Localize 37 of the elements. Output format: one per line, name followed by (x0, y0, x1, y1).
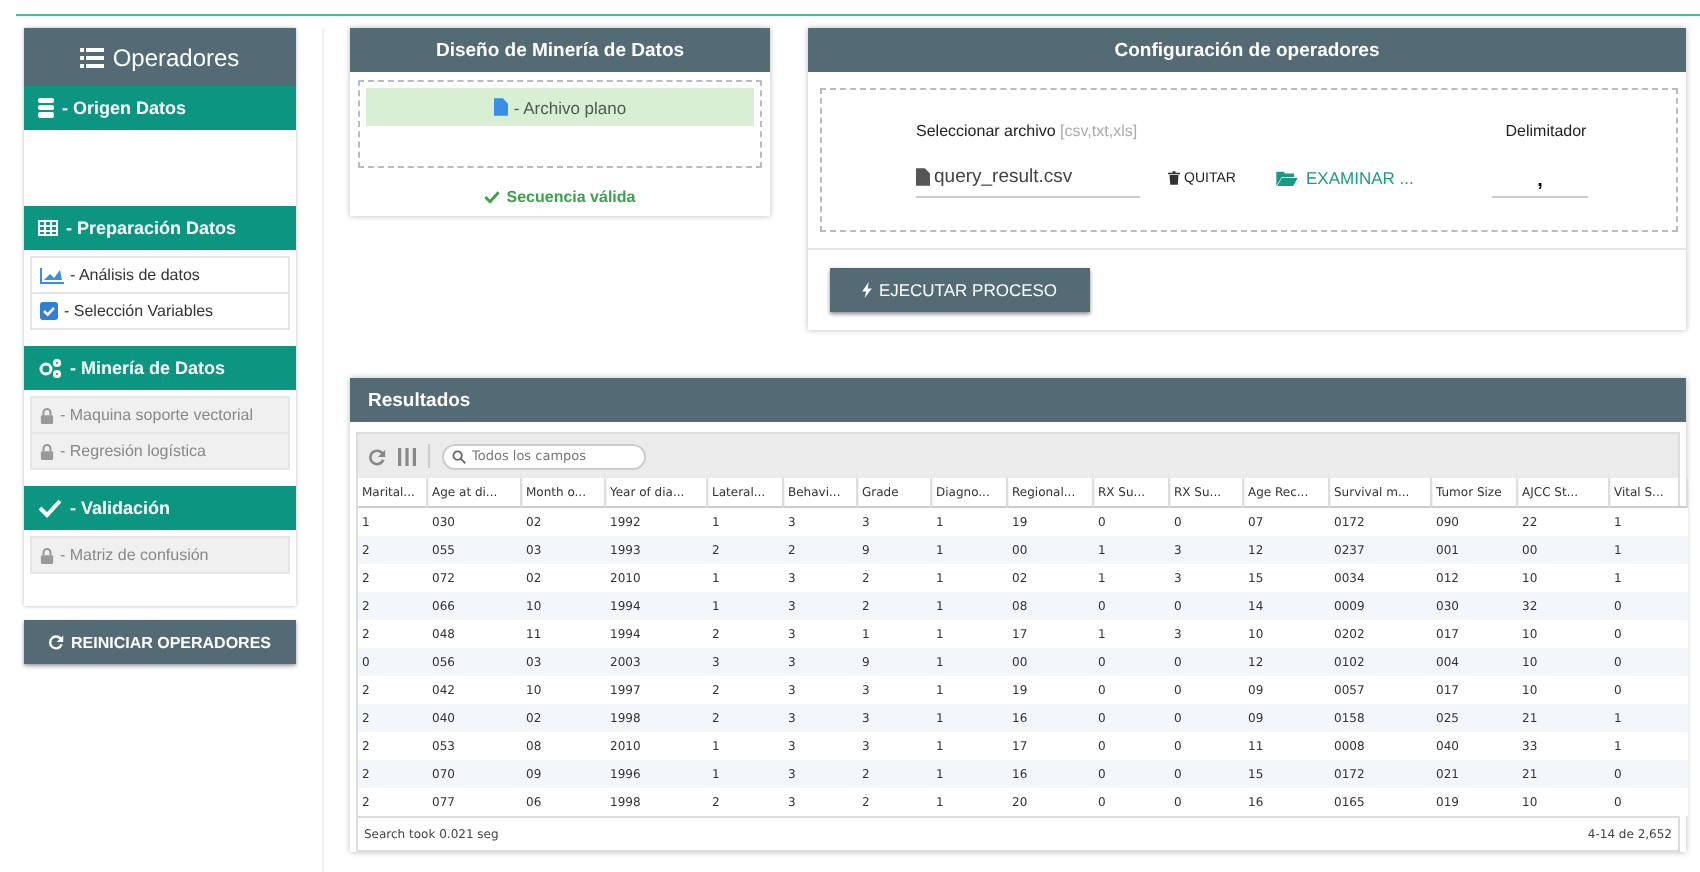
file-icon (493, 98, 508, 116)
folder-icon (1276, 170, 1298, 186)
section-header[interactable]: - Preparación Datos (24, 206, 296, 250)
trash-icon (1168, 170, 1180, 186)
checkmark-icon (484, 189, 501, 203)
lock-icon (40, 547, 54, 563)
gears-icon (38, 358, 62, 378)
file-icon (916, 167, 930, 185)
sidebar-title: Operadores (112, 43, 240, 71)
browse-button[interactable]: EXAMINAR ... (1276, 158, 1448, 198)
status-message: Secuencia válida (350, 176, 770, 216)
lock-icon (40, 443, 54, 459)
section-header[interactable]: - Validación (24, 486, 296, 530)
operator-item[interactable]: - Selección Variables (30, 292, 290, 330)
table-icon (38, 220, 58, 236)
operator-node[interactable]: - Archivo plano (366, 88, 754, 126)
run-process-button[interactable]: EJECUTAR PROCESO (830, 268, 1090, 312)
lock-icon (40, 407, 54, 423)
database-icon (38, 98, 54, 118)
refresh-icon[interactable] (368, 447, 386, 465)
refresh-icon (48, 634, 65, 650)
columns-icon[interactable] (398, 447, 416, 465)
operator-item[interactable]: - Análisis de datos (30, 256, 290, 294)
card-title: Configuración de operadores (1114, 39, 1380, 61)
card-title: Diseño de Minería de Datos (435, 39, 685, 61)
file-field[interactable]: query_result.csv (916, 156, 1140, 198)
area-chart-icon (40, 267, 64, 283)
section-header[interactable]: - Minería de Datos (24, 346, 296, 390)
section-header[interactable]: - Origen Datos (24, 86, 296, 130)
list-icon (80, 47, 105, 67)
checkbox-icon (40, 302, 58, 320)
card-title: Resultados (368, 389, 471, 411)
file-label: Seleccionar archivo [csv,txt,xls] (916, 122, 1140, 140)
lightning-icon (862, 282, 873, 298)
reset-operators-button[interactable]: REINICIAR OPERADORES (24, 620, 296, 664)
delimiter-label: Delimitador (1503, 122, 1589, 140)
checkmark-icon (38, 498, 62, 518)
